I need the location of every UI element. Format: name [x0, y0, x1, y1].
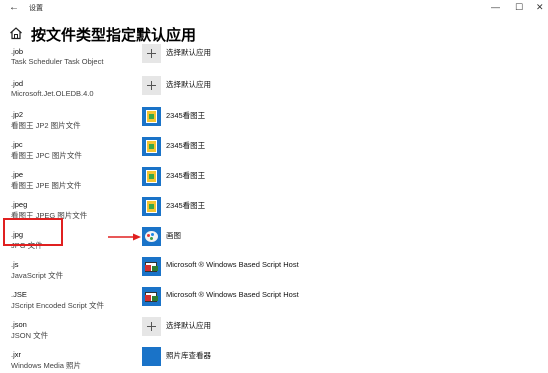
file-extension: .json [11, 320, 27, 329]
file-type-description: JSON 文件 [11, 331, 49, 340]
minimize-button[interactable]: — [491, 1, 500, 13]
file-type-description: Task Scheduler Task Object [11, 57, 104, 66]
file-type-row: .jp2 看图王 JP2 图片文件 2345看图王 [0, 107, 548, 138]
file-type-description: JavaScript 文件 [11, 271, 64, 280]
default-app-button[interactable]: 选择默认应用 [166, 320, 211, 331]
file-type-row: .job Task Scheduler Task Object 选择默认应用 [0, 44, 548, 75]
file-type-description: Microsoft.Jet.OLEDB.4.0 [11, 89, 94, 98]
file-type-row: .JSE JScript Encoded Script 文件 Microsoft ®… [0, 287, 548, 318]
file-extension: .jpe [11, 170, 24, 179]
file-type-description: 看图王 JP2 图片文件 [11, 121, 81, 130]
plus-icon[interactable] [142, 317, 161, 336]
back-arrow-icon[interactable]: ← [9, 2, 19, 14]
default-app-button[interactable]: 选择默认应用 [166, 79, 211, 90]
home-icon[interactable] [9, 26, 23, 40]
file-type-description: Windows Media 照片 [11, 361, 82, 370]
file-type-row: .js JavaScript 文件 Microsoft ® Windows Base… [0, 257, 548, 288]
script-host-icon[interactable] [142, 257, 161, 276]
file-type-row: .jpg JPG 文件 画图 [0, 227, 548, 258]
default-app-button[interactable]: 2345看图王 [166, 200, 205, 211]
file-type-description: 看图王 JPE 图片文件 [11, 181, 82, 190]
image-viewer-icon[interactable] [142, 197, 161, 216]
file-type-row: .jxr Windows Media 照片 照片库查看器 [0, 347, 548, 373]
default-app-button[interactable]: Microsoft ® Windows Based Script Host [166, 290, 299, 299]
jpg-highlight-box [3, 218, 63, 246]
file-type-row: .jpe 看图王 JPE 图片文件 2345看图王 [0, 167, 548, 198]
default-app-button[interactable]: 2345看图王 [166, 170, 205, 181]
file-extension: .jxr [11, 350, 21, 359]
image-viewer-icon[interactable] [142, 107, 161, 126]
paint-icon[interactable] [142, 227, 161, 246]
file-type-description: 看图王 JPC 图片文件 [11, 151, 82, 160]
file-extension: .js [11, 260, 19, 269]
plus-icon[interactable] [142, 76, 161, 95]
close-button[interactable]: ✕ [536, 1, 544, 13]
maximize-button[interactable]: ☐ [515, 1, 523, 13]
plus-icon[interactable] [142, 44, 161, 63]
file-extension: .JSE [11, 290, 27, 299]
default-app-button[interactable]: 选择默认应用 [166, 47, 211, 58]
default-app-button[interactable]: 画图 [166, 230, 181, 241]
default-app-button[interactable]: 照片库查看器 [166, 350, 211, 361]
file-extension: .jpc [11, 140, 23, 149]
default-app-button[interactable]: 2345看图王 [166, 110, 205, 121]
file-extension: .jpeg [11, 200, 28, 209]
page-title: 按文件类型指定默认应用 [31, 27, 197, 44]
image-viewer-icon[interactable] [142, 167, 161, 186]
file-extension: .jod [11, 79, 24, 88]
file-type-row: .jpeg 看图王 JPEG 图片文件 2345看图王 [0, 197, 548, 228]
image-viewer-icon[interactable] [142, 137, 161, 156]
title-bar: ← 设置 — ☐ ✕ [0, 0, 548, 16]
file-extension: .job [11, 47, 24, 56]
file-extension: .jp2 [11, 110, 24, 119]
file-type-row: .jpc 看图王 JPC 图片文件 2345看图王 [0, 137, 548, 168]
red-arrow-icon [108, 233, 141, 241]
window-title: 设置 [29, 5, 43, 12]
file-type-description: JScript Encoded Script 文件 [11, 301, 104, 310]
photo-viewer-icon[interactable] [142, 347, 161, 366]
file-type-row: .json JSON 文件 选择默认应用 [0, 317, 548, 348]
file-type-row: .jod Microsoft.Jet.OLEDB.4.0 选择默认应用 [0, 76, 548, 107]
default-app-button[interactable]: 2345看图王 [166, 140, 205, 151]
default-app-button[interactable]: Microsoft ® Windows Based Script Host [166, 260, 299, 269]
script-host-icon[interactable] [142, 287, 161, 306]
